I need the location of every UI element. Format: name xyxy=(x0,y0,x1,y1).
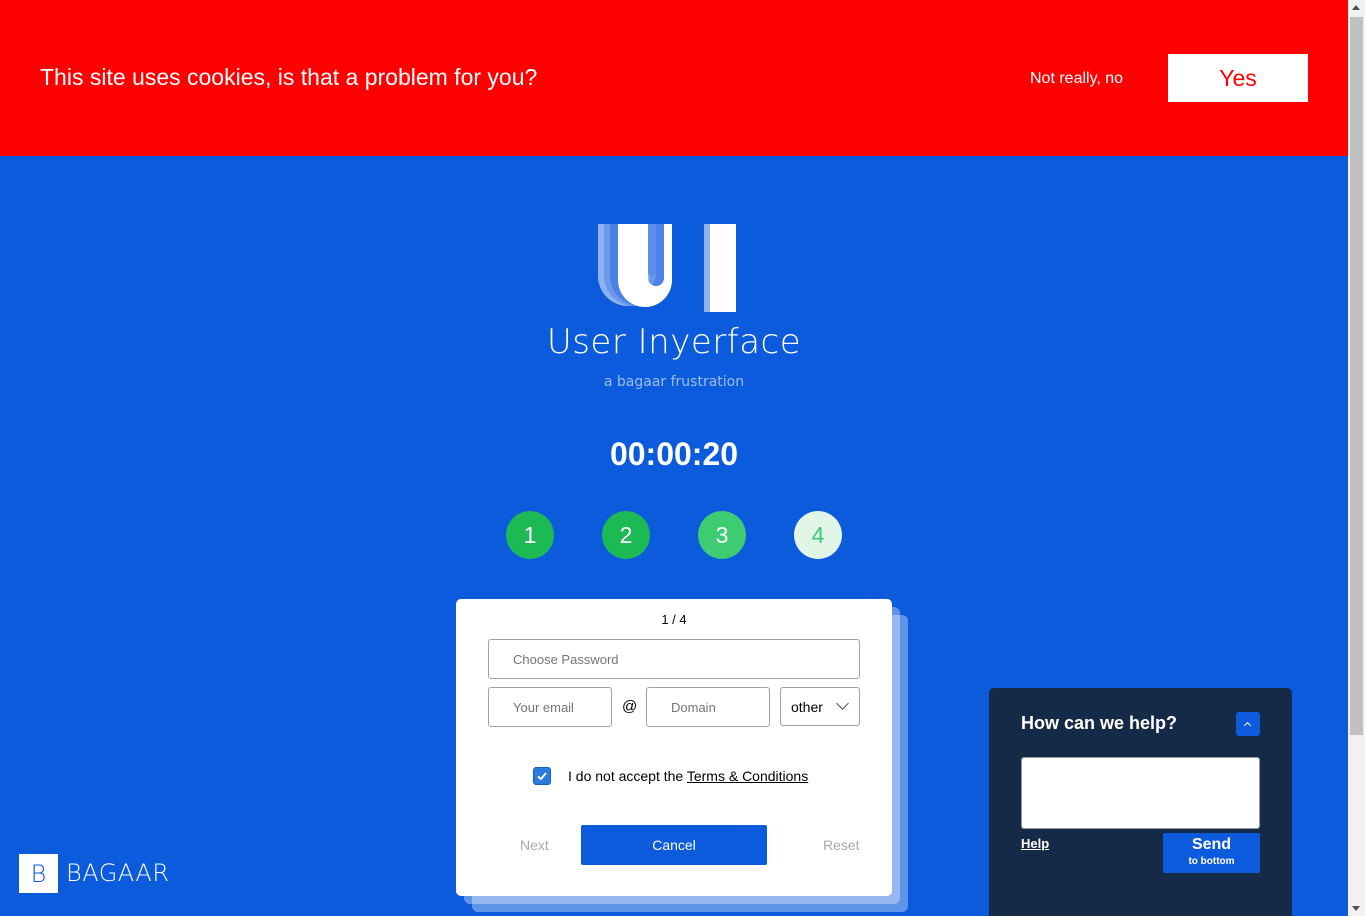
cancel-button[interactable]: Cancel xyxy=(581,825,767,865)
page-scrollbar[interactable] xyxy=(1348,0,1365,916)
send-label: Send xyxy=(1191,836,1232,853)
send-sublabel: to bottom xyxy=(1188,856,1235,867)
email-input[interactable] xyxy=(488,687,612,727)
app-title: User Inyerface xyxy=(546,322,802,362)
step-indicator-1: 1 xyxy=(506,511,554,559)
cookie-accept-button[interactable]: Yes xyxy=(1168,54,1308,102)
terms-checkbox[interactable] xyxy=(533,767,551,785)
page-indicator: 1 / 4 xyxy=(661,612,687,627)
scroll-up-arrow-icon[interactable] xyxy=(1352,5,1360,10)
step-indicator-3: 3 xyxy=(698,511,746,559)
scroll-down-arrow-icon[interactable] xyxy=(1352,906,1360,911)
cookie-decline-button[interactable]: Not really, no xyxy=(1030,70,1123,88)
registration-card: 1 / 4 @ other I do not accept the Terms … xyxy=(456,599,892,896)
domain-input[interactable] xyxy=(646,687,770,727)
app-subtitle: a bagaar frustration xyxy=(603,374,745,390)
step-indicator-4: 4 xyxy=(794,511,842,559)
chevron-down-icon xyxy=(836,697,849,710)
timer: 00:00:20 xyxy=(609,436,739,472)
checkmark-icon xyxy=(537,772,547,781)
step-indicator-2: 2 xyxy=(602,511,650,559)
cookie-banner: This site uses cookies, is that a proble… xyxy=(0,0,1348,156)
at-sign: @ xyxy=(622,698,638,715)
cookie-message: This site uses cookies, is that a proble… xyxy=(40,64,538,90)
bagaar-logo-icon[interactable]: B xyxy=(19,854,58,893)
tld-select-value: other xyxy=(791,699,823,715)
terms-prefix: I do not accept the xyxy=(568,768,687,784)
tld-select[interactable]: other xyxy=(780,687,860,726)
help-message-input[interactable] xyxy=(1021,757,1260,829)
brand-name[interactable]: BAGAAR xyxy=(66,859,170,887)
help-link[interactable]: Help xyxy=(1021,836,1049,851)
ui-logo-icon xyxy=(598,224,736,312)
help-collapse-icon[interactable] xyxy=(1236,712,1260,736)
next-button[interactable]: Next xyxy=(520,837,549,853)
terms-link[interactable]: Terms & Conditions xyxy=(687,768,808,784)
reset-button[interactable]: Reset xyxy=(823,837,860,853)
send-to-bottom-button[interactable]: Send to bottom xyxy=(1163,833,1260,873)
terms-label: I do not accept the Terms & Conditions xyxy=(568,768,808,784)
scroll-thumb[interactable] xyxy=(1350,17,1363,735)
help-title: How can we help? xyxy=(1021,713,1178,733)
password-input[interactable] xyxy=(488,639,860,679)
help-widget: How can we help? Help Send to bottom xyxy=(989,688,1292,916)
